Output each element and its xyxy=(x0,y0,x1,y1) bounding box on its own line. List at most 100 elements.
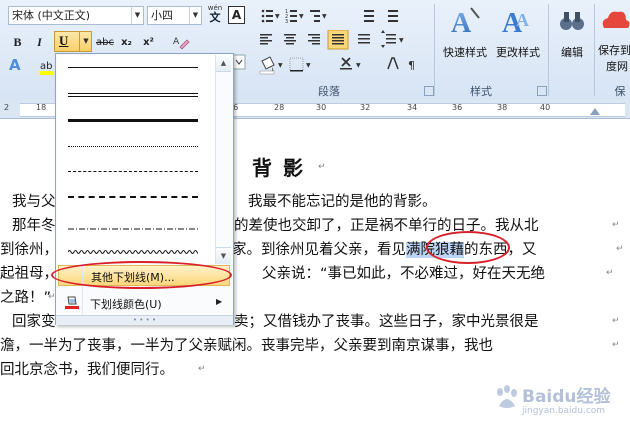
italic-button[interactable]: I xyxy=(31,34,48,51)
quick-styles-button[interactable]: A 快速样式 xyxy=(441,4,489,74)
paragraph-mark: ↵ xyxy=(612,340,620,350)
font-size-value: 小四 xyxy=(151,9,173,22)
menu-ellipse-annotation xyxy=(51,261,232,289)
ruler-tick-label: 40 xyxy=(540,103,551,112)
paragraph-mark: ↵ xyxy=(612,220,620,230)
font-size-combo[interactable]: 小四 ▼ xyxy=(147,6,202,25)
text-effects-icon[interactable]: A xyxy=(9,56,31,76)
underline-option-single[interactable] xyxy=(68,67,198,68)
scroll-up-arrow[interactable]: ▲ xyxy=(216,55,231,72)
underline-button[interactable]: U ▼ xyxy=(54,31,92,52)
svg-text:▼: ▼ xyxy=(356,62,361,69)
svg-text:▼: ▼ xyxy=(322,13,327,20)
binoculars-icon xyxy=(560,12,584,30)
paragraph-mark: ↵ xyxy=(318,162,326,172)
svg-text:¶: ¶ xyxy=(408,59,415,72)
underline-option-double[interactable] xyxy=(68,93,198,97)
ruler-tick-label: 34 xyxy=(407,103,418,112)
shading-borders-row: ▼ ▼ ▼ ¶ xyxy=(258,55,428,75)
group-label-styles: 样式 xyxy=(470,85,492,98)
dialog-launcher-icon[interactable] xyxy=(537,86,547,96)
phonetic-guide-button[interactable]: wén 文 xyxy=(205,4,225,26)
underline-option-dashed[interactable] xyxy=(68,171,198,172)
save-to-cloud-button[interactable]: 保存到 度网 xyxy=(598,4,630,84)
chevron-down-icon[interactable]: ▼ xyxy=(79,32,92,51)
bold-button[interactable]: B xyxy=(9,34,26,51)
ruler-tick-label: 38 xyxy=(497,103,508,112)
chevron-down-icon[interactable]: ▼ xyxy=(131,7,143,24)
change-styles-button[interactable]: A A 更改样式 xyxy=(492,4,544,74)
doc-line-text: 的差使也交卸了，正是祸不单行的日子。我从北 xyxy=(234,218,539,234)
svg-text:▼: ▼ xyxy=(299,13,304,20)
ruler-tick-label: 28 xyxy=(274,103,285,112)
underline-color-item[interactable]: 下划线颜色(U) ▶ xyxy=(58,292,230,313)
separator xyxy=(434,4,435,96)
ruler-tick-label: 36 xyxy=(452,103,463,112)
watermark-main: Baidu经验 xyxy=(522,387,611,407)
group-label-paragraph: 段落 xyxy=(318,85,340,98)
paint-bucket-icon xyxy=(64,294,80,310)
font-name-combo[interactable]: 宋体 (中文正文) ▼ xyxy=(8,6,144,25)
document-title: 背 影 xyxy=(252,156,305,180)
doc-line-text: 澹，一半为了丧事，一半为了父亲赋闲。丧事完毕，父亲要到南京谋事，我也 xyxy=(0,338,493,354)
doc-line-text: 我最不能忘记的是他的背影。 xyxy=(248,194,437,210)
cloud-icon xyxy=(602,11,630,28)
svg-text:▼: ▼ xyxy=(275,13,280,20)
doc-line-prefix: 到徐州， xyxy=(0,242,58,258)
ruler-tick-label: 2 xyxy=(4,103,10,112)
change-styles-label: 更改样式 xyxy=(496,46,540,59)
underline-option-long-dash[interactable] xyxy=(68,196,198,198)
save-to-label: 保存到 xyxy=(598,44,630,57)
dialog-launcher-icon[interactable] xyxy=(424,86,434,96)
paragraph-mark: ↵ xyxy=(248,196,256,206)
menu-resize-grip[interactable]: • • • • xyxy=(56,315,233,325)
quick-styles-icon: A xyxy=(451,7,480,39)
highlight-icon[interactable]: ab xyxy=(38,58,56,76)
character-border-button[interactable]: A xyxy=(228,6,245,24)
alignment-row: ▼ xyxy=(258,29,418,50)
scroll-down-arrow[interactable]: ▼ xyxy=(216,247,231,264)
edit-label: 编辑 xyxy=(561,46,583,59)
strikethrough-button[interactable]: abc xyxy=(94,34,116,51)
ruler-tick-label: 18 xyxy=(36,103,47,112)
svg-text:A: A xyxy=(451,8,472,38)
separator xyxy=(594,4,595,96)
paragraph-mark: ↵ xyxy=(612,316,620,326)
paragraph-mark: ↵ xyxy=(616,244,624,254)
grow-font-icon[interactable] xyxy=(232,54,246,70)
svg-text:▼: ▼ xyxy=(278,62,283,69)
underline-option-thick[interactable] xyxy=(68,119,198,122)
svg-text:A: A xyxy=(173,37,180,47)
save-to-label2: 度网 xyxy=(606,60,628,73)
quick-styles-label: 快速样式 xyxy=(443,46,487,59)
font-name-value: 宋体 (中文正文) xyxy=(12,9,91,22)
right-indent-marker[interactable] xyxy=(590,108,600,115)
doc-line-prefix: 那年冬 xyxy=(12,218,56,234)
svg-text:▼: ▼ xyxy=(306,62,311,69)
underline-option-wave[interactable] xyxy=(67,241,201,254)
separator xyxy=(548,4,549,96)
underline-option-dotted[interactable] xyxy=(68,146,198,147)
baidu-watermark: Baidu经验 jingyan.baidu.com xyxy=(492,380,612,428)
clear-format-icon[interactable]: A xyxy=(172,34,190,50)
underline-option-dot-dash[interactable] xyxy=(68,217,198,230)
paragraph-row1: ▼ 123 ▼ ▼ xyxy=(252,5,432,27)
chevron-down-icon[interactable]: ▼ xyxy=(189,7,201,24)
subscript-button[interactable]: x₂ xyxy=(118,34,135,51)
superscript-button[interactable]: x² xyxy=(140,34,157,51)
doc-line-text: 父亲说：“事已如此，不必难过，好在天无绝 xyxy=(262,266,546,282)
phonetic-char: 文 xyxy=(209,11,221,24)
baidu-paw-icon xyxy=(497,385,517,408)
svg-text:▼: ▼ xyxy=(399,37,404,44)
doc-line-prefix: 我与父 xyxy=(12,194,56,210)
underline-gallery xyxy=(57,55,216,264)
edit-button[interactable]: 编辑 xyxy=(553,4,591,74)
doc-line-prefix: 回家变 xyxy=(12,314,56,330)
doc-line-text: 卖；又借钱办了丧事。这些日子，家中光景很是 xyxy=(234,314,539,330)
doc-line-prefix: 之路！” xyxy=(0,290,52,306)
change-styles-icon: A A xyxy=(502,8,529,39)
underline-label: U xyxy=(59,33,69,48)
watermark-sub: jingyan.baidu.com xyxy=(522,406,606,416)
svg-text:A: A xyxy=(516,10,529,30)
svg-text:ab: ab xyxy=(40,61,52,72)
